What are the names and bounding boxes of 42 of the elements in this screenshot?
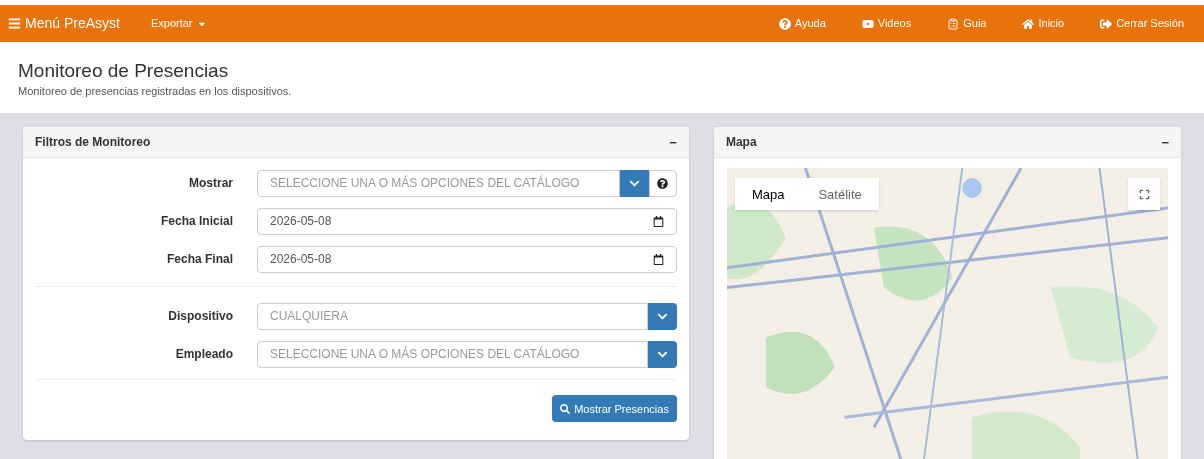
field-label: Fecha Inicial xyxy=(159,213,234,231)
date-field[interactable]: 2026-05-08 xyxy=(257,207,677,235)
fullscreen-icon xyxy=(1138,188,1150,200)
collapse-button[interactable]: − xyxy=(1161,132,1169,152)
nav-link[interactable]: Videos xyxy=(861,15,912,32)
fullscreen-button[interactable] xyxy=(1128,178,1160,211)
field-label: Dispositivo xyxy=(167,308,234,326)
logout-icon xyxy=(1100,17,1113,30)
calendar-icon[interactable] xyxy=(652,253,664,265)
panel-title: Mapa xyxy=(725,134,757,152)
collapse-button[interactable]: − xyxy=(669,132,677,152)
help-icon xyxy=(778,17,791,30)
home-icon xyxy=(1022,17,1035,30)
map-type-tab[interactable]: Mapa xyxy=(734,178,802,211)
search-icon xyxy=(560,403,571,414)
dropdown-button[interactable] xyxy=(647,340,677,368)
help-addon[interactable] xyxy=(648,169,677,197)
show-attendance-button[interactable]: Mostrar Presencias xyxy=(552,395,677,423)
select-field[interactable]: SELECCIONE UNA O MÁS OPCIONES DEL CATÁLOGO xyxy=(257,169,620,197)
menu-button[interactable]: Menú PreAsyst xyxy=(8,13,120,34)
video-icon xyxy=(861,17,874,30)
nav-link[interactable]: Inicio xyxy=(1022,15,1065,32)
dropdown-button[interactable] xyxy=(619,169,649,197)
export-menu[interactable]: Exportar xyxy=(150,15,207,32)
menu-icon xyxy=(8,17,21,30)
calendar-icon[interactable] xyxy=(652,215,664,227)
panel-title: Filtros de Monitoreo xyxy=(35,134,151,152)
field-label: Empleado xyxy=(174,346,234,364)
nav-link[interactable]: Guia xyxy=(947,15,987,32)
guide-icon xyxy=(947,17,960,30)
page-title: Monitoreo de Presencias xyxy=(18,59,230,83)
date-field[interactable]: 2026-05-08 xyxy=(257,245,677,273)
field-label: Mostrar xyxy=(188,175,234,193)
field-label: Fecha Final xyxy=(165,251,234,269)
map-type-tab[interactable]: Satélite xyxy=(801,178,879,211)
select-field[interactable]: CUALQUIERA xyxy=(257,302,648,330)
nav-link[interactable]: Ayuda xyxy=(778,15,826,32)
page-subtitle: Monitoreo de presencias registradas en los dispositivos. xyxy=(18,83,293,99)
select-field[interactable]: SELECCIONE UNA O MÁS OPCIONES DEL CATÁLOGO xyxy=(257,340,648,368)
help-icon xyxy=(657,177,669,189)
dropdown-button[interactable] xyxy=(647,302,677,330)
nav-link[interactable]: Cerrar Sesión xyxy=(1100,15,1184,32)
